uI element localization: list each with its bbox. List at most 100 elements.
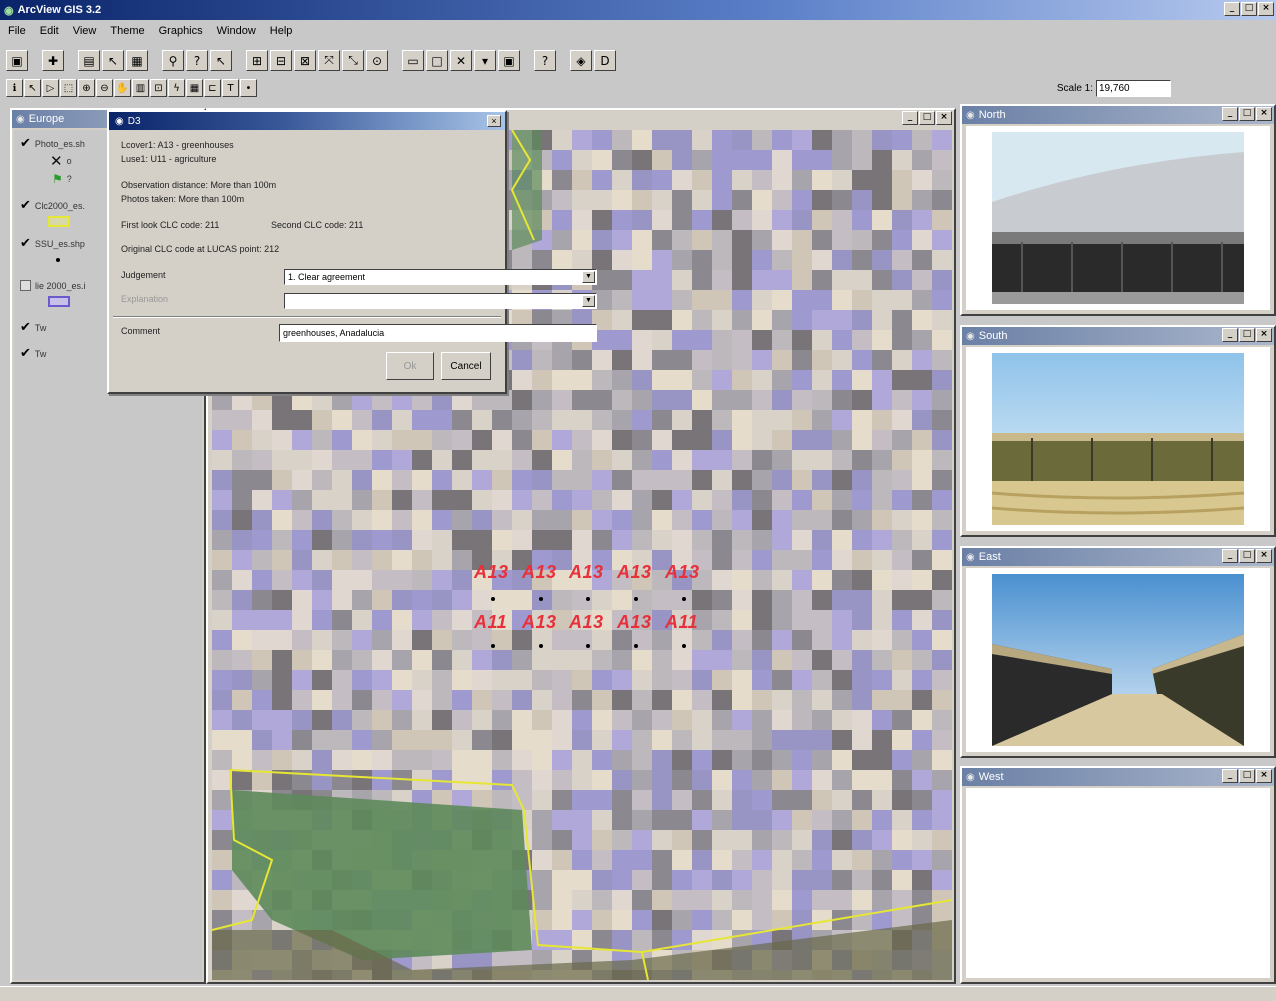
close-button[interactable]: ×	[1256, 769, 1272, 783]
d-icon[interactable]: D	[594, 50, 616, 71]
maximize-button[interactable]: □	[1239, 107, 1255, 121]
draw-icon[interactable]: •	[240, 79, 257, 97]
menu-help[interactable]: Help	[270, 25, 293, 37]
minimize-button[interactable]: _	[1222, 328, 1238, 342]
menu-graphics[interactable]: Graphics	[159, 25, 203, 37]
add-theme-icon[interactable]: ✚	[42, 50, 64, 71]
comment-input[interactable]: greenhouses, Anadalucia	[279, 324, 597, 342]
minimize-button[interactable]: _	[1222, 549, 1238, 563]
menu-edit[interactable]: Edit	[40, 25, 59, 37]
hotlink-tool-icon[interactable]: ⊡	[150, 79, 167, 97]
zoom-out-icon[interactable]: ⤡	[342, 50, 364, 71]
query-icon[interactable]: ?	[186, 50, 208, 71]
close-button[interactable]: ×	[1258, 2, 1274, 16]
layer-name: lie 2000_es.i	[35, 280, 86, 291]
text-icon[interactable]: T	[222, 79, 239, 97]
pointer-icon[interactable]: ↖	[24, 79, 41, 97]
ssu-point[interactable]	[634, 644, 638, 648]
layer-item[interactable]: ✔ Tw	[20, 346, 46, 361]
chevron-down-icon[interactable]: ▼	[582, 271, 595, 283]
layer-item[interactable]: ✔ Tw	[20, 320, 46, 335]
ssu-point[interactable]	[491, 597, 495, 601]
maximize-button[interactable]: □	[919, 111, 935, 125]
ok-button[interactable]: Ok	[386, 352, 434, 380]
close-button[interactable]: ×	[1256, 549, 1272, 563]
layer-name: Photo_es.sh	[34, 138, 85, 149]
zoom-in-icon[interactable]: ⤧	[318, 50, 340, 71]
dialog-close-button[interactable]: ×	[487, 115, 501, 127]
minimize-button[interactable]: _	[1222, 107, 1238, 121]
maximize-button[interactable]: □	[1239, 328, 1255, 342]
save-icon[interactable]: ▣	[6, 50, 28, 71]
ssu-point[interactable]	[539, 644, 543, 648]
layout-icon[interactable]: ▭	[402, 50, 424, 71]
cancel-button[interactable]: Cancel	[441, 352, 491, 380]
label-icon[interactable]: ⊏	[204, 79, 221, 97]
minimize-button[interactable]: _	[902, 111, 918, 125]
chevron-down-icon[interactable]: ▼	[582, 295, 595, 307]
select-icon[interactable]: ↖	[210, 50, 232, 71]
ssu-point[interactable]	[539, 597, 543, 601]
edit-legend-icon[interactable]: ↖	[102, 50, 124, 71]
zoom-in-tool-icon[interactable]: ⊕	[78, 79, 95, 97]
ssu-point[interactable]	[634, 597, 638, 601]
photo-title-bar: ◉ North _ □ ×	[962, 106, 1274, 124]
area-icon[interactable]: ▦	[186, 79, 203, 97]
menu-window[interactable]: Window	[217, 25, 256, 37]
clear-select-icon[interactable]: ✕	[450, 50, 472, 71]
zoom-full-icon[interactable]: ⊞	[246, 50, 268, 71]
hotlink-icon[interactable]: ◈	[570, 50, 592, 71]
checkbox-checked-icon[interactable]: ✔	[20, 198, 31, 213]
checkbox-unchecked[interactable]	[20, 280, 31, 291]
scale-input[interactable]: 19,760	[1096, 80, 1171, 97]
menu-file[interactable]: File	[8, 25, 26, 37]
zoom-out-tool-icon[interactable]: ⊖	[96, 79, 113, 97]
maximize-button[interactable]: □	[1241, 2, 1257, 16]
table-icon[interactable]: ▣	[498, 50, 520, 71]
layer-item[interactable]: ✔ SSU_es.shp	[20, 236, 85, 251]
ssu-point[interactable]	[682, 597, 686, 601]
vertex-icon[interactable]: ▷	[42, 79, 59, 97]
lightning-icon[interactable]: ϟ	[168, 79, 185, 97]
layer-item[interactable]: ✔ Clc2000_es.	[20, 198, 85, 213]
ssu-point[interactable]	[586, 644, 590, 648]
ssu-point[interactable]	[491, 644, 495, 648]
blank-icon[interactable]: □	[426, 50, 448, 71]
ssu-point[interactable]	[682, 644, 686, 648]
zoom-active-icon[interactable]: ⊟	[270, 50, 292, 71]
button-bar: ▣ ✚ ▤ ↖ ▦ ⚲ ? ↖ ⊞ ⊟ ⊠ ⤧ ⤡ ⊙ ▭ □ ✕ ▾ ▣ ? …	[6, 50, 616, 71]
close-button[interactable]: ×	[936, 111, 952, 125]
identify-icon[interactable]: ℹ	[6, 79, 23, 97]
checkbox-checked-icon[interactable]: ✔	[20, 136, 31, 151]
zoom-previous-icon[interactable]: ⊙	[366, 50, 388, 71]
maximize-button[interactable]: □	[1239, 769, 1255, 783]
layer-item[interactable]: lie 2000_es.i	[20, 280, 86, 291]
promote-icon[interactable]: ▾	[474, 50, 496, 71]
help-icon[interactable]: ?	[534, 50, 556, 71]
measure-icon[interactable]: ▥	[132, 79, 149, 97]
zoom-selected-icon[interactable]: ⊠	[294, 50, 316, 71]
minimize-button[interactable]: _	[1222, 769, 1238, 783]
close-button[interactable]: ×	[1256, 107, 1272, 121]
theme-props-icon[interactable]: ▤	[78, 50, 100, 71]
checkbox-checked-icon[interactable]: ✔	[20, 320, 31, 335]
layer-item[interactable]: ✔ Photo_es.sh	[20, 136, 85, 151]
explanation-select[interactable]: ▼	[284, 293, 597, 309]
judgement-select[interactable]: 1. Clear agreement ▼	[284, 269, 597, 285]
find-icon[interactable]: ⚲	[162, 50, 184, 71]
point-label: A13	[522, 612, 557, 632]
checkbox-checked-icon[interactable]: ✔	[20, 346, 31, 361]
menu-view[interactable]: View	[73, 25, 97, 37]
pan-icon[interactable]: ✋	[114, 79, 131, 97]
ssu-point[interactable]	[586, 597, 590, 601]
maximize-button[interactable]: □	[1239, 549, 1255, 563]
close-button[interactable]: ×	[1256, 328, 1272, 342]
select-feature-icon[interactable]: ⬚	[60, 79, 77, 97]
open-table-icon[interactable]: ▦	[126, 50, 148, 71]
second-clc-text: Second CLC code: 211	[271, 220, 364, 230]
menu-theme[interactable]: Theme	[110, 25, 144, 37]
minimize-button[interactable]: _	[1224, 2, 1240, 16]
photo-title-bar: ◉ South _ □ ×	[962, 327, 1274, 345]
point-label: A13	[617, 612, 652, 632]
checkbox-checked-icon[interactable]: ✔	[20, 236, 31, 251]
